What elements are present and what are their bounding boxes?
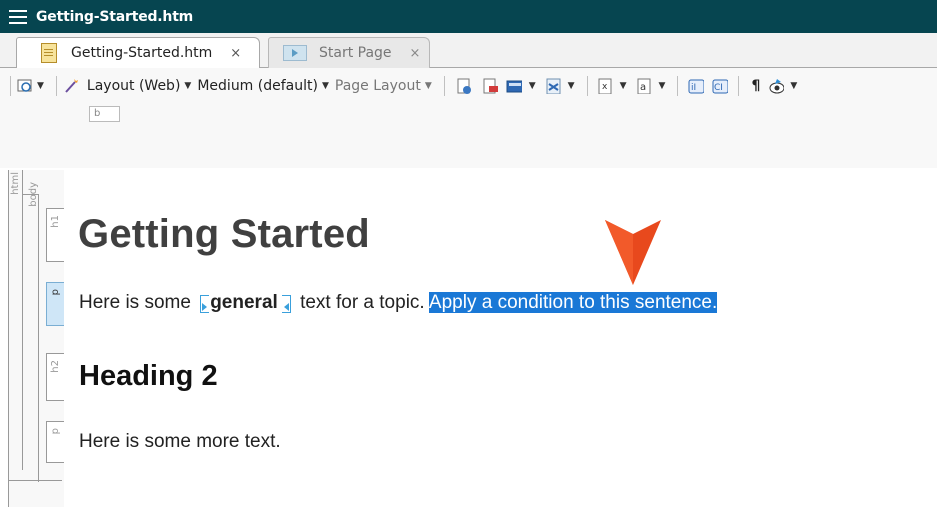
paragraph-2[interactable]: Here is some more text. <box>79 431 281 453</box>
toolbar-separator <box>443 76 445 96</box>
toolbar-separator <box>738 76 740 96</box>
tab-label: Start Page <box>319 45 392 61</box>
toolbar-separator <box>677 76 679 96</box>
chevron-down-icon[interactable]: ▼ <box>620 81 627 91</box>
hamburger-menu-icon[interactable] <box>9 9 27 24</box>
insert-link-icon[interactable] <box>456 78 472 94</box>
structure-bar-area <box>0 104 937 168</box>
toolbar-separator <box>586 76 588 96</box>
chevron-down-icon[interactable]: ▼ <box>568 81 575 91</box>
insert-multimedia-icon[interactable] <box>545 78 561 94</box>
window-title: Getting-Started.htm <box>36 8 194 25</box>
heading-2[interactable]: Heading 2 <box>79 360 218 393</box>
close-tab-icon[interactable]: × <box>230 46 241 61</box>
selected-sentence[interactable]: Apply a condition to this sentence. <box>428 292 718 313</box>
page-layout-label: Page Layout <box>334 78 421 94</box>
chevron-down-icon[interactable]: ▼ <box>322 81 329 91</box>
structure-bar-line <box>38 194 39 482</box>
layout-label: Layout (Web) <box>86 78 181 94</box>
heading-1[interactable]: Getting Started <box>78 212 370 257</box>
concept-keyword-icon[interactable]: CI <box>712 78 729 94</box>
show-preview-eye-icon[interactable] <box>768 78 785 94</box>
page-layout-dropdown[interactable]: Page Layout ▼ <box>335 78 438 94</box>
structure-bar-line <box>8 170 9 507</box>
tab-strip: Getting-Started.htm × Start Page × <box>0 33 937 68</box>
chevron-down-icon[interactable]: ▼ <box>425 81 432 91</box>
h2-tag-box[interactable]: h2 <box>46 353 64 401</box>
chevron-down-icon[interactable]: ▼ <box>37 81 44 91</box>
toolbar-separator <box>10 76 11 96</box>
medium-label: Medium (default) <box>197 78 318 94</box>
svg-text:x: x <box>602 82 608 92</box>
insert-image-icon[interactable] <box>506 78 522 94</box>
structure-bar-line <box>22 170 23 470</box>
title-bar: Getting-Started.htm <box>0 0 937 33</box>
paragraph-text-before: Here is some <box>79 292 197 313</box>
h1-tag-label: h1 <box>50 215 61 228</box>
h1-tag-box[interactable]: h1 <box>46 208 64 262</box>
layout-dropdown[interactable]: Layout (Web) ▼ <box>63 78 197 94</box>
insert-snippet-icon[interactable]: a <box>636 78 652 94</box>
p-tag-box[interactable]: p <box>46 421 64 463</box>
p-tag-label: p <box>50 428 61 435</box>
zoom-button[interactable]: ▼ <box>17 78 50 94</box>
paragraph-text-after: text for a topic. <box>294 292 429 313</box>
svg-text:iI: iI <box>691 83 696 93</box>
toolbar-separator <box>55 76 57 96</box>
insert-variable-icon[interactable]: x <box>597 78 613 94</box>
svg-text:CI: CI <box>714 83 723 93</box>
chevron-down-icon[interactable]: ▼ <box>184 81 191 91</box>
close-tab-icon[interactable]: × <box>410 46 421 61</box>
layout-wand-icon <box>65 79 78 93</box>
html-tag-label[interactable]: html <box>10 172 21 195</box>
medium-dropdown[interactable]: Medium (default) ▼ <box>197 78 335 94</box>
chevron-down-icon[interactable]: ▼ <box>659 81 666 91</box>
span-end-marker[interactable] <box>281 295 291 313</box>
svg-text:a: a <box>640 82 646 93</box>
tab-label: Getting-Started.htm <box>71 45 213 61</box>
editor-toolbar: ▼ Layout (Web) ▼ Medium (default) ▼ Page… <box>0 68 937 104</box>
chevron-down-icon[interactable]: ▼ <box>529 81 536 91</box>
span-start-marker[interactable] <box>200 295 210 313</box>
magnifier-icon <box>17 79 32 92</box>
structure-bar-line <box>8 480 62 481</box>
document-icon <box>41 43 57 63</box>
pointer-arrow-icon <box>605 220 661 285</box>
h2-tag-label: h2 <box>50 360 61 373</box>
p-tag-box-selected[interactable]: p <box>46 282 64 326</box>
tab-getting-started[interactable]: Getting-Started.htm × <box>16 37 260 68</box>
tab-start-page[interactable]: Start Page × <box>268 37 430 68</box>
paragraph-1[interactable]: Here is some general text for a topic. A… <box>79 292 718 314</box>
bold-span-text: general <box>210 292 278 313</box>
p-tag-label: p <box>50 289 61 296</box>
start-page-icon <box>283 45 307 61</box>
show-marks-button[interactable]: ¶ <box>751 78 760 94</box>
index-keyword-icon[interactable]: iI <box>688 78 705 94</box>
chevron-down-icon[interactable]: ▼ <box>790 81 797 91</box>
span-tag-box[interactable]: b <box>89 106 120 122</box>
insert-reference-icon[interactable] <box>482 78 498 94</box>
